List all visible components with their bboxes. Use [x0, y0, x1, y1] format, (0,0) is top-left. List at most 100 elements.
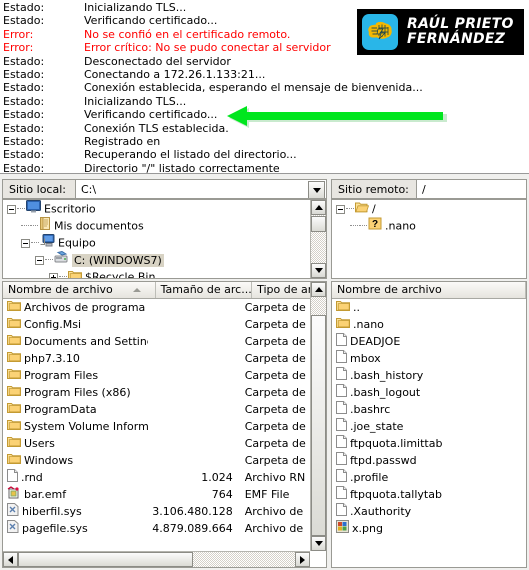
scroll-thumb[interactable] — [311, 216, 326, 232]
local-directory-tree[interactable]: Escritorio Mis documentos Equipo C: (WINDOW… — [2, 199, 327, 279]
log-entry-message: Error crítico: No se pudo conectar al se… — [84, 41, 331, 55]
tree-line — [350, 225, 358, 227]
tree-item-label: .nano — [385, 219, 416, 233]
file-size-cell — [148, 435, 240, 452]
table-row[interactable]: Windows Carpeta de — [3, 452, 310, 469]
table-row[interactable]: .rnd 1.024 Archivo RN — [3, 469, 310, 486]
table-row[interactable]: x.png — [332, 520, 510, 537]
table-row[interactable]: .bash_history — [332, 367, 510, 384]
file-name-cell: .bash_history — [332, 367, 510, 384]
log-entry-message: Verificando certificado... — [84, 108, 218, 122]
file-icon — [336, 333, 347, 350]
table-row[interactable]: .bash_logout — [332, 384, 510, 401]
logo-line-2: FERNÁNDEZ — [407, 31, 506, 47]
column-header[interactable]: Nombre de archivo — [3, 282, 156, 298]
tree-line — [17, 208, 25, 210]
table-row[interactable]: .Xauthority — [332, 503, 510, 520]
table-row[interactable]: php7.3.10 Carpeta de — [3, 350, 310, 367]
folder-icon — [68, 269, 82, 278]
documents-icon — [39, 217, 51, 235]
scroll-right-button[interactable] — [295, 552, 310, 567]
log-entry-message: Conectando a 172.26.1.133:21... — [84, 67, 266, 81]
table-row[interactable]: hiberfil.sys 3.106.480.128 Archivo de — [3, 503, 310, 520]
remote-file-list[interactable]: Nombre de archivo .. .nano DEADJOE mbox .bas… — [331, 281, 527, 568]
table-row[interactable]: ftpd.passwd — [332, 452, 510, 469]
file-name-cell: .Xauthority — [332, 503, 510, 520]
file-type-cell: Carpeta de — [244, 335, 306, 348]
file-type-cell: Archivo RN — [244, 471, 306, 484]
file-size-cell — [148, 452, 240, 469]
table-row[interactable]: System Volume Informa... Carpeta de — [3, 418, 310, 435]
tree-item-label: $Recycle.Bin — [85, 270, 156, 279]
remote-file-list-header[interactable]: Nombre de archivo — [332, 282, 526, 299]
local-list-hscrollbar[interactable] — [3, 551, 310, 567]
table-row[interactable]: Program Files (x86) Carpeta de — [3, 384, 310, 401]
table-row[interactable]: .joe_state — [332, 418, 510, 435]
table-row[interactable]: mbox — [332, 350, 510, 367]
file-type-cell: Carpeta de — [244, 454, 306, 467]
tree-item[interactable]: Escritorio — [3, 200, 310, 217]
file-name: ftpquota.limittab — [350, 437, 443, 450]
column-header-label: Nombre de archivo — [8, 283, 113, 296]
file-name-cell: Windows — [3, 452, 148, 469]
table-row[interactable]: DEADJOE — [332, 333, 510, 350]
scroll-down-button[interactable] — [311, 536, 326, 551]
collapse-icon[interactable] — [35, 255, 44, 265]
brand-logo: RAÚL PRIETO FERNÁNDEZ — [357, 9, 524, 55]
column-header[interactable]: Nombre de archivo — [332, 282, 526, 298]
logo-text: RAÚL PRIETO FERNÁNDEZ — [407, 17, 514, 47]
tree-item[interactable]: Mis documentos — [3, 217, 310, 234]
table-row[interactable]: Users Carpeta de — [3, 435, 310, 452]
file-name-cell: Program Files (x86) — [3, 384, 148, 401]
collapse-icon[interactable] — [7, 204, 16, 214]
file-name-cell: bar.emf — [3, 486, 148, 503]
local-path-combobox[interactable]: C:\ — [76, 179, 327, 199]
table-row[interactable]: ProgramData Carpeta de — [3, 401, 310, 418]
scroll-thumb[interactable] — [18, 552, 193, 567]
folder-icon — [7, 316, 21, 333]
folder-open-icon — [355, 201, 370, 218]
table-row[interactable]: .. — [332, 299, 510, 316]
remote-directory-tree[interactable]: /? .nano — [331, 199, 527, 279]
tree-line — [359, 225, 367, 227]
log-entry-type: Estado: — [3, 14, 45, 28]
tree-item[interactable]: ? .nano — [332, 217, 526, 234]
local-file-list-header[interactable]: Nombre de archivo Tamaño de arc... Tipo de… — [3, 282, 326, 299]
scroll-up-button[interactable] — [311, 200, 326, 215]
tree-item[interactable]: / — [332, 200, 526, 217]
file-size-cell — [148, 401, 240, 418]
tree-item[interactable]: C: (WINDOWS7) — [3, 250, 310, 268]
local-list-vscrollbar[interactable] — [310, 282, 326, 551]
table-row[interactable]: Config.Msi Carpeta de — [3, 316, 310, 333]
local-tree-vscrollbar[interactable] — [310, 200, 326, 278]
table-row[interactable]: Archivos de programa Carpeta de — [3, 299, 310, 316]
table-row[interactable]: .bashrc — [332, 401, 510, 418]
triangle-down-icon — [314, 268, 323, 273]
table-row[interactable]: bar.emf 764 EMF File — [3, 486, 310, 503]
collapse-icon[interactable] — [336, 204, 345, 214]
local-path-dropdown-button[interactable] — [308, 181, 325, 198]
file-name-cell: Archivos de programa — [3, 299, 148, 316]
tree-item[interactable]: $Recycle.Bin — [3, 268, 310, 278]
table-row[interactable]: .nano — [332, 316, 510, 333]
column-header[interactable]: Tamaño de arc... — [156, 282, 253, 298]
scroll-up-button[interactable] — [311, 282, 326, 297]
tree-item[interactable]: Equipo — [3, 234, 310, 251]
table-row[interactable]: Documents and Settings Carpeta de — [3, 333, 310, 350]
scroll-thumb[interactable] — [311, 315, 326, 536]
scroll-left-button[interactable] — [3, 552, 18, 567]
file-name: .rnd — [21, 471, 43, 484]
local-file-list[interactable]: Nombre de archivo Tamaño de arc... Tipo de… — [2, 281, 327, 568]
table-row[interactable]: ftpquota.tallytab — [332, 486, 510, 503]
table-row[interactable]: ftpquota.limittab — [332, 435, 510, 452]
table-row[interactable]: .profile — [332, 469, 510, 486]
expand-icon[interactable] — [49, 272, 58, 278]
scroll-down-button[interactable] — [311, 263, 326, 278]
folder-icon — [7, 435, 21, 452]
triangle-up-icon — [314, 205, 323, 210]
file-type-cell: EMF File — [244, 488, 290, 501]
table-row[interactable]: pagefile.sys 4.879.089.664 Archivo de — [3, 520, 310, 537]
collapse-icon[interactable] — [21, 238, 30, 248]
remote-path-input[interactable]: / — [417, 179, 527, 199]
table-row[interactable]: Program Files Carpeta de — [3, 367, 310, 384]
